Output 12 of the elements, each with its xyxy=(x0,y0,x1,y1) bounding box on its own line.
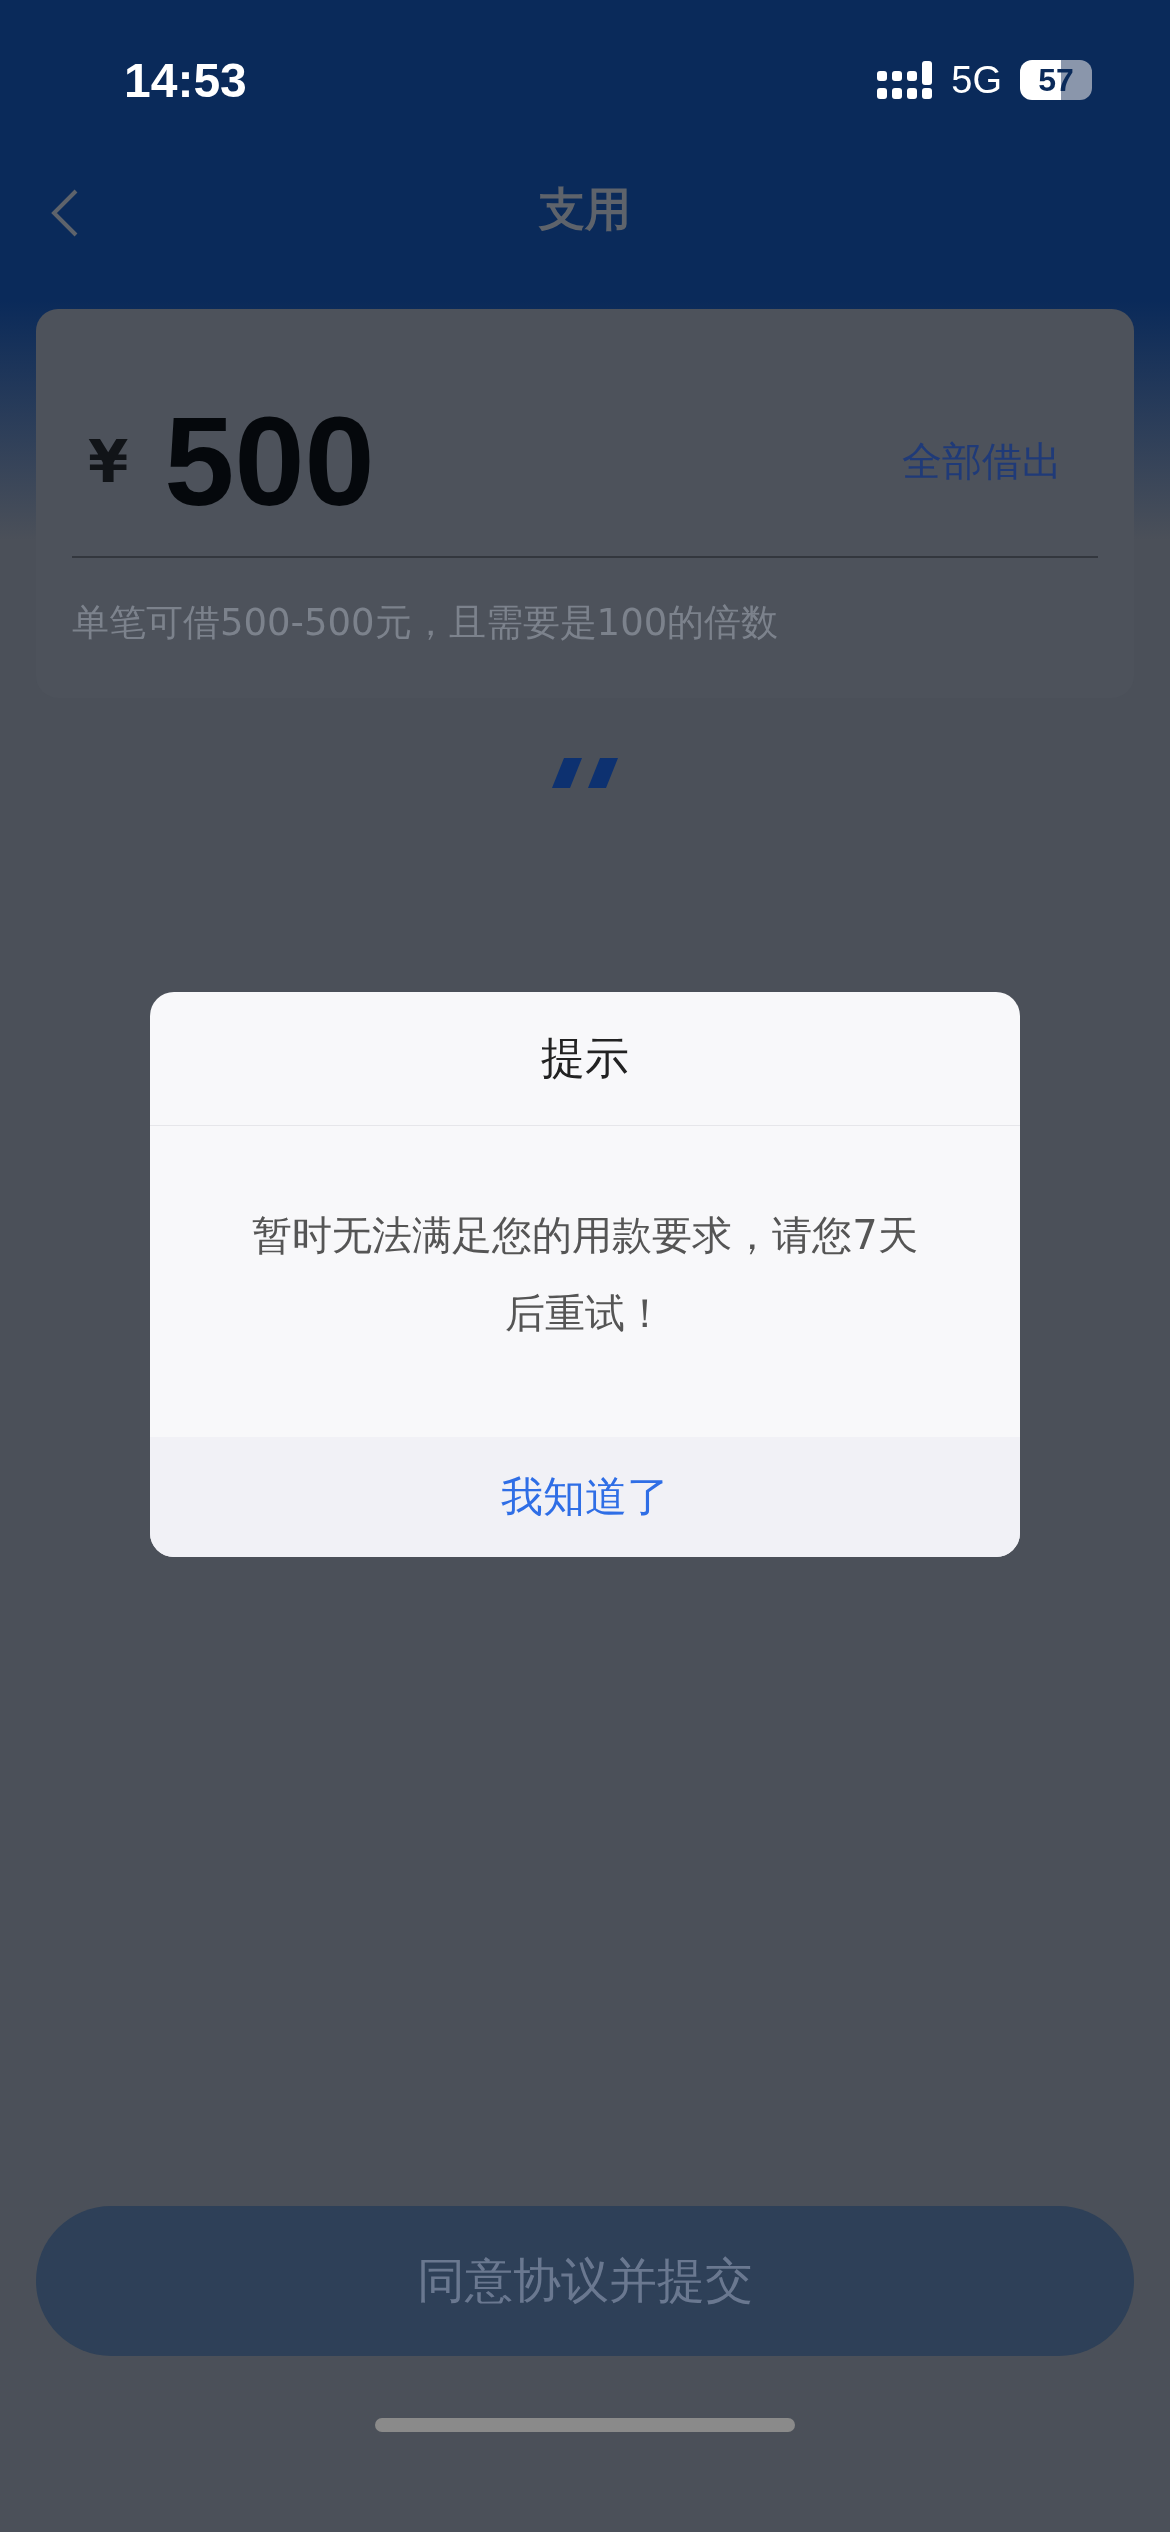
dialog-message: 暂时无法满足您的用款要求，请您7天后重试！ xyxy=(251,1211,919,1338)
dialog-title: 提示 xyxy=(150,992,1020,1126)
amount-value: 500 xyxy=(164,390,376,534)
back-icon[interactable] xyxy=(50,188,80,238)
currency-symbol: ¥ xyxy=(88,427,129,496)
dialog-confirm-button[interactable]: 我知道了 xyxy=(150,1437,1020,1557)
battery-icon: 57 xyxy=(1020,60,1092,100)
signal-icon xyxy=(877,61,934,99)
network-label: 5G xyxy=(951,58,1002,102)
status-time: 14:53 xyxy=(124,52,247,108)
loading-icon xyxy=(552,758,618,788)
page-title: 支用 xyxy=(539,181,631,238)
